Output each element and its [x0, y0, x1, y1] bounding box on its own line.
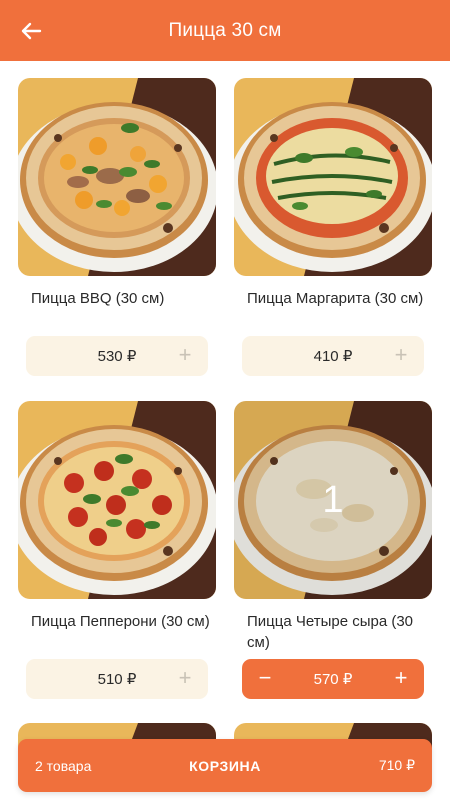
product-photo[interactable]	[18, 401, 216, 599]
plus-icon[interactable]: +	[174, 667, 196, 689]
add-to-cart-button[interactable]: 530 ₽ +	[26, 336, 208, 376]
pizza-image	[18, 78, 216, 276]
app-screen: Пицца 30 см Пицца BBQ (30 см) 530 ₽ + Пи…	[0, 0, 450, 800]
quantity-stepper[interactable]: − 570 ₽ +	[242, 659, 424, 699]
product-name: Пицца Маргарита (30 см)	[247, 290, 424, 307]
page-title: Пицца 30 см	[168, 19, 282, 41]
cart-label: КОРЗИНА	[189, 757, 261, 774]
pizza-image	[18, 401, 216, 599]
top-bar: Пицца 30 см	[0, 0, 450, 61]
back-button[interactable]	[12, 12, 50, 50]
pizza-image	[234, 78, 432, 276]
cart-total: 710 ₽	[378, 757, 415, 773]
product-photo[interactable]	[18, 78, 216, 276]
add-to-cart-button[interactable]: 410 ₽ +	[242, 336, 424, 376]
plus-icon[interactable]: +	[390, 667, 412, 689]
cart-quantity-overlay: 1	[234, 401, 432, 599]
product-photo[interactable]: 1	[234, 401, 432, 599]
product-name: Пицца BBQ (30 см)	[31, 290, 165, 307]
product-name: Пицца Четыре сыра (30 см)	[247, 613, 414, 651]
arrow-left-icon	[21, 22, 42, 40]
plus-icon[interactable]: +	[174, 344, 196, 366]
plus-icon[interactable]: +	[390, 344, 412, 366]
product-photo[interactable]	[234, 78, 432, 276]
cart-button[interactable]: 2 товара КОРЗИНА 710 ₽	[18, 739, 432, 792]
product-name: Пицца Пепперони (30 см)	[31, 613, 210, 630]
add-to-cart-button[interactable]: 510 ₽ +	[26, 659, 208, 699]
